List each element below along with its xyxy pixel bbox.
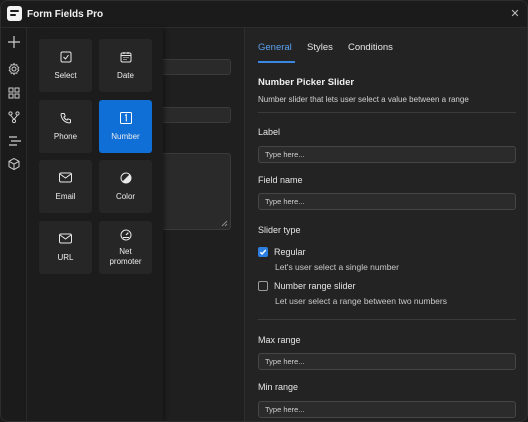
active-tab-indicator — [258, 61, 295, 63]
range-checkbox[interactable] — [258, 281, 268, 291]
tile-color[interactable]: Color — [99, 160, 152, 213]
tile-url[interactable]: URL — [39, 221, 92, 274]
tile-net-promoter[interactable]: Net promoter — [99, 221, 152, 274]
label-field-label: Label — [258, 127, 281, 137]
min-range-input[interactable]: Type here... — [258, 401, 516, 418]
plus-icon[interactable] — [7, 35, 21, 49]
tab-conditions[interactable]: Conditions — [348, 42, 393, 53]
regular-checkbox[interactable] — [258, 247, 268, 257]
field-name-label: Field name — [258, 175, 303, 185]
grid-icon[interactable] — [7, 86, 21, 100]
divider — [258, 319, 516, 320]
slider-type-label: Slider type — [258, 225, 301, 235]
tile-label: URL — [57, 253, 74, 262]
section-description: Number slider that lets user select a va… — [258, 95, 469, 104]
field-name-input[interactable]: Type here... — [258, 193, 516, 210]
settings-tabs: General Styles Conditions — [245, 28, 527, 63]
mail-icon — [59, 233, 72, 244]
range-option-label[interactable]: Number range slider — [274, 281, 356, 291]
check-icon — [259, 249, 267, 256]
left-rail — [1, 28, 27, 421]
tile-label: Number — [111, 132, 140, 141]
tile-number[interactable]: Number — [99, 100, 152, 153]
tab-general[interactable]: General — [258, 42, 292, 53]
regular-option-desc: Let's user select a single number — [275, 262, 399, 272]
color-icon — [120, 172, 131, 184]
field-type-picker: Select Date Phone Number Email Color URL… — [27, 28, 163, 421]
form-logo-icon — [7, 6, 22, 21]
tab-styles[interactable]: Styles — [307, 42, 333, 53]
tile-label: Email — [55, 192, 76, 201]
max-range-input[interactable]: Type here... — [258, 353, 516, 370]
mail-icon — [59, 172, 72, 183]
tile-label: Select — [54, 71, 77, 80]
tile-select[interactable]: Select — [39, 39, 92, 92]
divider — [258, 112, 516, 113]
min-range-label: Min range — [258, 382, 299, 392]
label-input[interactable]: Type here... — [258, 146, 516, 163]
app-title: Form Fields Pro — [27, 9, 104, 20]
cube-icon[interactable] — [7, 157, 21, 171]
tile-label: Net promoter — [109, 247, 142, 266]
title-bar: Form Fields Pro ✕ — [1, 1, 527, 28]
section-title: Number Picker Slider — [258, 77, 355, 88]
calendar-icon — [120, 52, 131, 63]
regular-option-label[interactable]: Regular — [274, 247, 306, 257]
tile-date[interactable]: Date — [99, 39, 152, 92]
gear-icon[interactable] — [7, 62, 21, 76]
tile-email[interactable]: Email — [39, 160, 92, 213]
checkbox-icon — [60, 51, 71, 63]
tile-label: Date — [117, 71, 134, 80]
settings-panel: General Styles Conditions Number Picker … — [244, 28, 527, 421]
phone-icon — [60, 113, 71, 124]
number-icon — [119, 112, 132, 124]
max-range-label: Max range — [258, 335, 301, 345]
align-icon[interactable] — [7, 134, 21, 148]
tile-phone[interactable]: Phone — [39, 100, 92, 153]
tile-label: Phone — [53, 132, 78, 141]
app-window: Form Fields Pro ✕ Select Date Phone Numb… — [0, 0, 528, 422]
flow-icon[interactable] — [7, 110, 21, 124]
gauge-icon — [120, 229, 131, 241]
tile-label: Color — [115, 192, 136, 201]
close-icon[interactable]: ✕ — [508, 7, 522, 21]
range-option-desc: Let user select a range between two numb… — [275, 296, 447, 306]
resize-handle-icon[interactable] — [221, 220, 228, 227]
